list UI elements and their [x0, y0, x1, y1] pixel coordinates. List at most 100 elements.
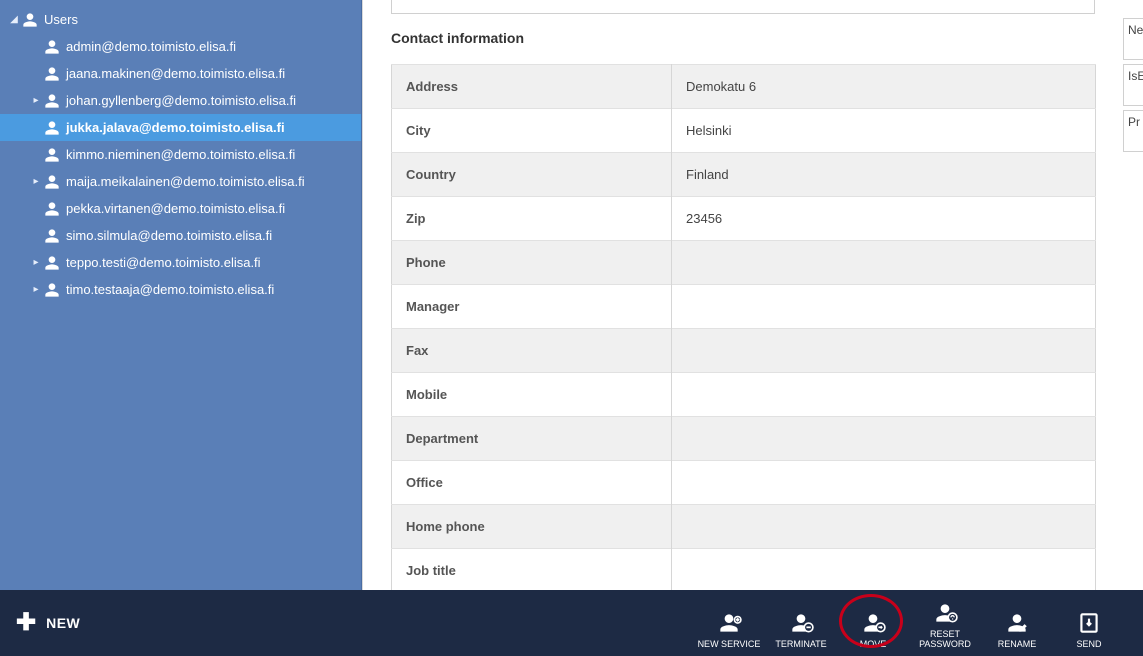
prev-section-bottom — [391, 0, 1095, 14]
field-value: Demokatu 6 — [672, 65, 1096, 109]
terminate-icon — [788, 610, 814, 636]
sidebar-item-user[interactable]: jaana.makinen@demo.toimisto.elisa.fi — [0, 60, 361, 87]
user-tree: ◢ Users admin@demo.toimisto.elisa.fi jaan… — [0, 0, 361, 303]
move-icon — [860, 610, 886, 636]
user-icon — [44, 66, 60, 82]
table-row: Job title — [392, 549, 1096, 591]
table-row: AddressDemokatu 6 — [392, 65, 1096, 109]
new-service-button[interactable]: NEW SERVICE — [697, 596, 761, 650]
field-label: Office — [392, 461, 672, 505]
field-value — [672, 241, 1096, 285]
field-label: Job title — [392, 549, 672, 591]
sidebar-item-label: admin@demo.toimisto.elisa.fi — [66, 39, 236, 54]
field-value — [672, 505, 1096, 549]
table-row: Department — [392, 417, 1096, 461]
field-label: Phone — [392, 241, 672, 285]
table-row: Phone — [392, 241, 1096, 285]
footer-bar: ✚ NEW NEW SERVICE TERMINATEMOVE RESET PASS… — [0, 590, 1143, 656]
field-label: Zip — [392, 197, 672, 241]
user-icon — [22, 12, 38, 28]
chevron-right-icon: ▸ — [30, 176, 42, 187]
rename-icon — [1004, 610, 1030, 636]
rename-button[interactable]: RENAME — [985, 596, 1049, 650]
sidebar-item-user[interactable]: pekka.virtanen@demo.toimisto.elisa.fi — [0, 195, 361, 222]
field-value — [672, 285, 1096, 329]
field-label: Country — [392, 153, 672, 197]
sidebar-item-label: pekka.virtanen@demo.toimisto.elisa.fi — [66, 201, 285, 216]
user-icon — [44, 228, 60, 244]
user-icon — [44, 282, 60, 298]
field-value — [672, 373, 1096, 417]
sidebar-item-label: jaana.makinen@demo.toimisto.elisa.fi — [66, 66, 285, 81]
sidebar-item-label: teppo.testi@demo.toimisto.elisa.fi — [66, 255, 261, 270]
sidebar-item-label: johan.gyllenberg@demo.toimisto.elisa.fi — [66, 93, 296, 108]
sidebar-item-user[interactable]: ▸johan.gyllenberg@demo.toimisto.elisa.fi — [0, 87, 361, 114]
table-row: Home phone — [392, 505, 1096, 549]
sidebar-item-label: jukka.jalava@demo.toimisto.elisa.fi — [66, 120, 285, 135]
user-icon — [44, 39, 60, 55]
chevron-right-icon: ▸ — [30, 257, 42, 268]
table-row: Mobile — [392, 373, 1096, 417]
sidebar-item-user[interactable]: admin@demo.toimisto.elisa.fi — [0, 33, 361, 60]
plus-icon: ✚ — [16, 611, 36, 635]
action-label: NEW SERVICE — [698, 640, 761, 650]
user-icon — [44, 93, 60, 109]
send-icon — [1076, 610, 1102, 636]
table-row: Office — [392, 461, 1096, 505]
field-value — [672, 549, 1096, 591]
user-icon — [44, 147, 60, 163]
tree-root-users[interactable]: ◢ Users — [0, 6, 361, 33]
table-row: Fax — [392, 329, 1096, 373]
contact-info-table: AddressDemokatu 6CityHelsinkiCountryFinl… — [391, 64, 1096, 590]
chevron-right-icon: ▸ — [30, 284, 42, 295]
right-column: Ne IsE Pr — [1123, 18, 1143, 152]
new-button[interactable]: ✚ NEW — [16, 611, 80, 635]
user-icon — [44, 201, 60, 217]
table-row: Manager — [392, 285, 1096, 329]
field-label: Manager — [392, 285, 672, 329]
field-value: Helsinki — [672, 109, 1096, 153]
table-row: CityHelsinki — [392, 109, 1096, 153]
send-button[interactable]: SEND — [1057, 596, 1121, 650]
field-label: City — [392, 109, 672, 153]
content-pane: Contact information AddressDemokatu 6Cit… — [362, 0, 1143, 590]
sidebar-item-user[interactable]: simo.silmula@demo.toimisto.elisa.fi — [0, 222, 361, 249]
footer-actions: NEW SERVICE TERMINATEMOVE RESET PASSWORD RE… — [697, 596, 1127, 650]
table-row: CountryFinland — [392, 153, 1096, 197]
field-label: Department — [392, 417, 672, 461]
right-panel-item[interactable]: Pr — [1123, 110, 1143, 152]
sidebar-item-label: simo.silmula@demo.toimisto.elisa.fi — [66, 228, 272, 243]
field-value — [672, 329, 1096, 373]
terminate-button[interactable]: TERMINATE — [769, 596, 833, 650]
field-label: Home phone — [392, 505, 672, 549]
section-title-contact: Contact information — [391, 30, 1123, 46]
new-button-label: NEW — [46, 615, 80, 631]
field-value — [672, 417, 1096, 461]
field-label: Address — [392, 65, 672, 109]
sidebar-item-label: maija.meikalainen@demo.toimisto.elisa.fi — [66, 174, 305, 189]
sidebar-item-label: timo.testaaja@demo.toimisto.elisa.fi — [66, 282, 274, 297]
chevron-down-icon: ◢ — [8, 14, 20, 25]
sidebar-item-user[interactable]: ▸ timo.testaaja@demo.toimisto.elisa.fi — [0, 276, 361, 303]
action-label: RESET PASSWORD — [919, 630, 971, 650]
sidebar-item-user[interactable]: jukka.jalava@demo.toimisto.elisa.fi — [0, 114, 361, 141]
user-icon — [44, 255, 60, 271]
reset-password-icon — [932, 600, 958, 626]
field-label: Fax — [392, 329, 672, 373]
sidebar-item-user[interactable]: kimmo.nieminen@demo.toimisto.elisa.fi — [0, 141, 361, 168]
reset-password-button[interactable]: RESET PASSWORD — [913, 596, 977, 650]
sidebar: ◢ Users admin@demo.toimisto.elisa.fi jaan… — [0, 0, 362, 590]
field-label: Mobile — [392, 373, 672, 417]
move-button[interactable]: MOVE — [841, 596, 905, 650]
action-label: RENAME — [998, 640, 1037, 650]
table-row: Zip23456 — [392, 197, 1096, 241]
sidebar-item-user[interactable]: ▸ teppo.testi@demo.toimisto.elisa.fi — [0, 249, 361, 276]
field-value — [672, 461, 1096, 505]
right-panel-item[interactable]: IsE — [1123, 64, 1143, 106]
field-value: 23456 — [672, 197, 1096, 241]
right-panel-item[interactable]: Ne — [1123, 18, 1143, 60]
sidebar-item-label: kimmo.nieminen@demo.toimisto.elisa.fi — [66, 147, 295, 162]
new-service-icon — [716, 610, 742, 636]
sidebar-item-user[interactable]: ▸ maija.meikalainen@demo.toimisto.elisa.f… — [0, 168, 361, 195]
user-icon — [44, 174, 60, 190]
